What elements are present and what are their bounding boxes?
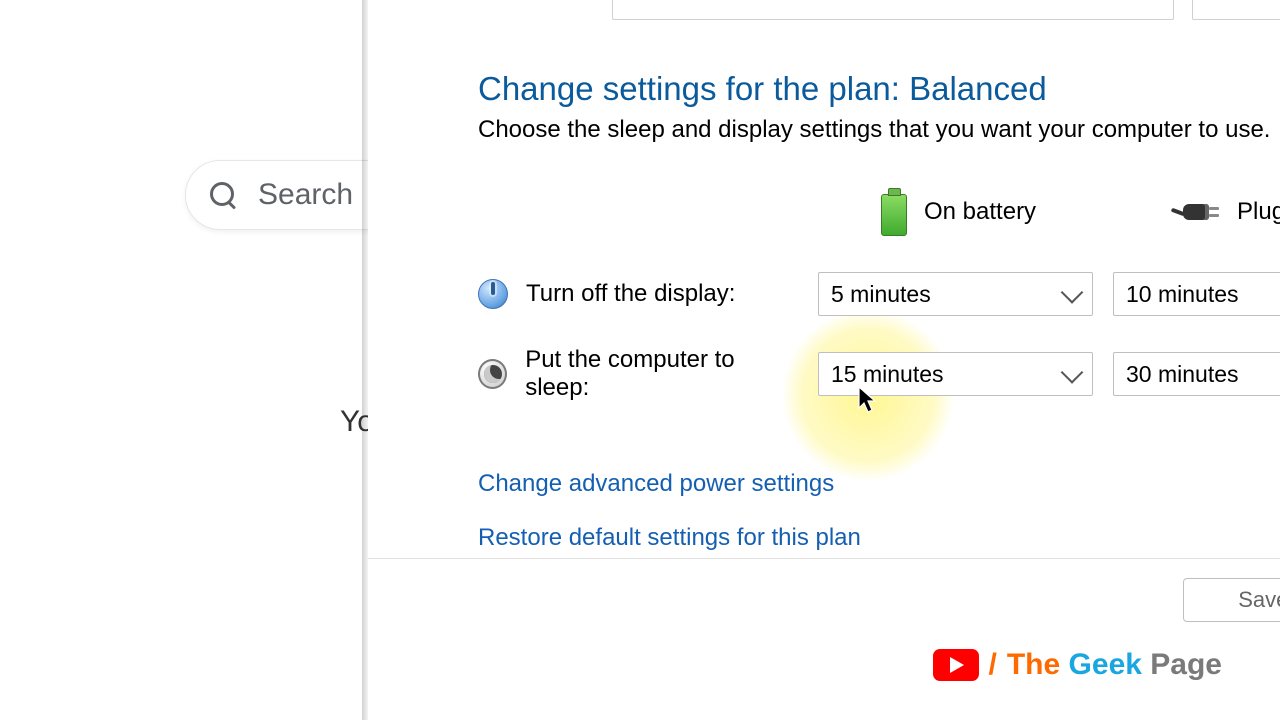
links-area: Change advanced power settings Restore d… bbox=[478, 470, 1280, 552]
row-display-label: Turn off the display: bbox=[526, 280, 735, 308]
display-plugged-dropdown[interactable]: 10 minutes bbox=[1113, 272, 1280, 316]
column-header-plugged-label: Plugged bbox=[1237, 198, 1280, 226]
row-display: Turn off the display: bbox=[478, 266, 798, 322]
settings-grid: On battery Plugged Turn off the display:… bbox=[478, 182, 1280, 402]
display-battery-dropdown[interactable]: 5 minutes bbox=[818, 272, 1093, 316]
advanced-power-settings-link[interactable]: Change advanced power settings bbox=[478, 470, 834, 498]
sleep-icon bbox=[478, 359, 507, 389]
battery-icon bbox=[878, 188, 908, 236]
sleep-battery-dropdown[interactable]: 15 minutes bbox=[818, 352, 1093, 396]
top-field-outline bbox=[612, 0, 1174, 20]
chevron-down-icon bbox=[1061, 361, 1084, 384]
column-header-plugged: Plugged bbox=[1113, 182, 1280, 242]
watermark-geek: Geek bbox=[1069, 648, 1142, 681]
watermark-page: Page bbox=[1150, 648, 1222, 681]
page-title: Change settings for the plan: Balanced bbox=[478, 70, 1280, 108]
panel-content: Change settings for the plan: Balanced C… bbox=[478, 70, 1280, 578]
row-sleep-label: Put the computer to sleep: bbox=[525, 346, 798, 402]
display-plugged-value: 10 minutes bbox=[1126, 281, 1239, 308]
watermark: / The Geek Page bbox=[933, 648, 1222, 682]
sleep-plugged-value: 30 minutes bbox=[1126, 361, 1239, 388]
top-field-outline-right bbox=[1192, 0, 1280, 20]
save-changes-button[interactable]: Save ch bbox=[1183, 578, 1280, 622]
background-search-placeholder: Search bbox=[258, 178, 353, 212]
column-header-battery-label: On battery bbox=[924, 198, 1036, 226]
page-subtitle: Choose the sleep and display settings th… bbox=[478, 116, 1280, 144]
column-header-battery: On battery bbox=[818, 182, 1093, 242]
youtube-icon bbox=[933, 649, 979, 681]
save-changes-label: Save ch bbox=[1238, 587, 1280, 613]
sleep-battery-value: 15 minutes bbox=[831, 361, 944, 388]
plug-icon bbox=[1173, 198, 1221, 226]
watermark-the: The bbox=[1007, 648, 1060, 681]
row-sleep: Put the computer to sleep: bbox=[478, 346, 798, 402]
sleep-plugged-dropdown[interactable]: 30 minutes bbox=[1113, 352, 1280, 396]
restore-defaults-link[interactable]: Restore default settings for this plan bbox=[478, 524, 861, 552]
search-icon bbox=[210, 182, 236, 208]
divider bbox=[368, 558, 1280, 559]
display-battery-value: 5 minutes bbox=[831, 281, 931, 308]
chevron-down-icon bbox=[1061, 281, 1084, 304]
watermark-slash: / bbox=[989, 648, 997, 682]
display-off-icon bbox=[478, 279, 508, 309]
